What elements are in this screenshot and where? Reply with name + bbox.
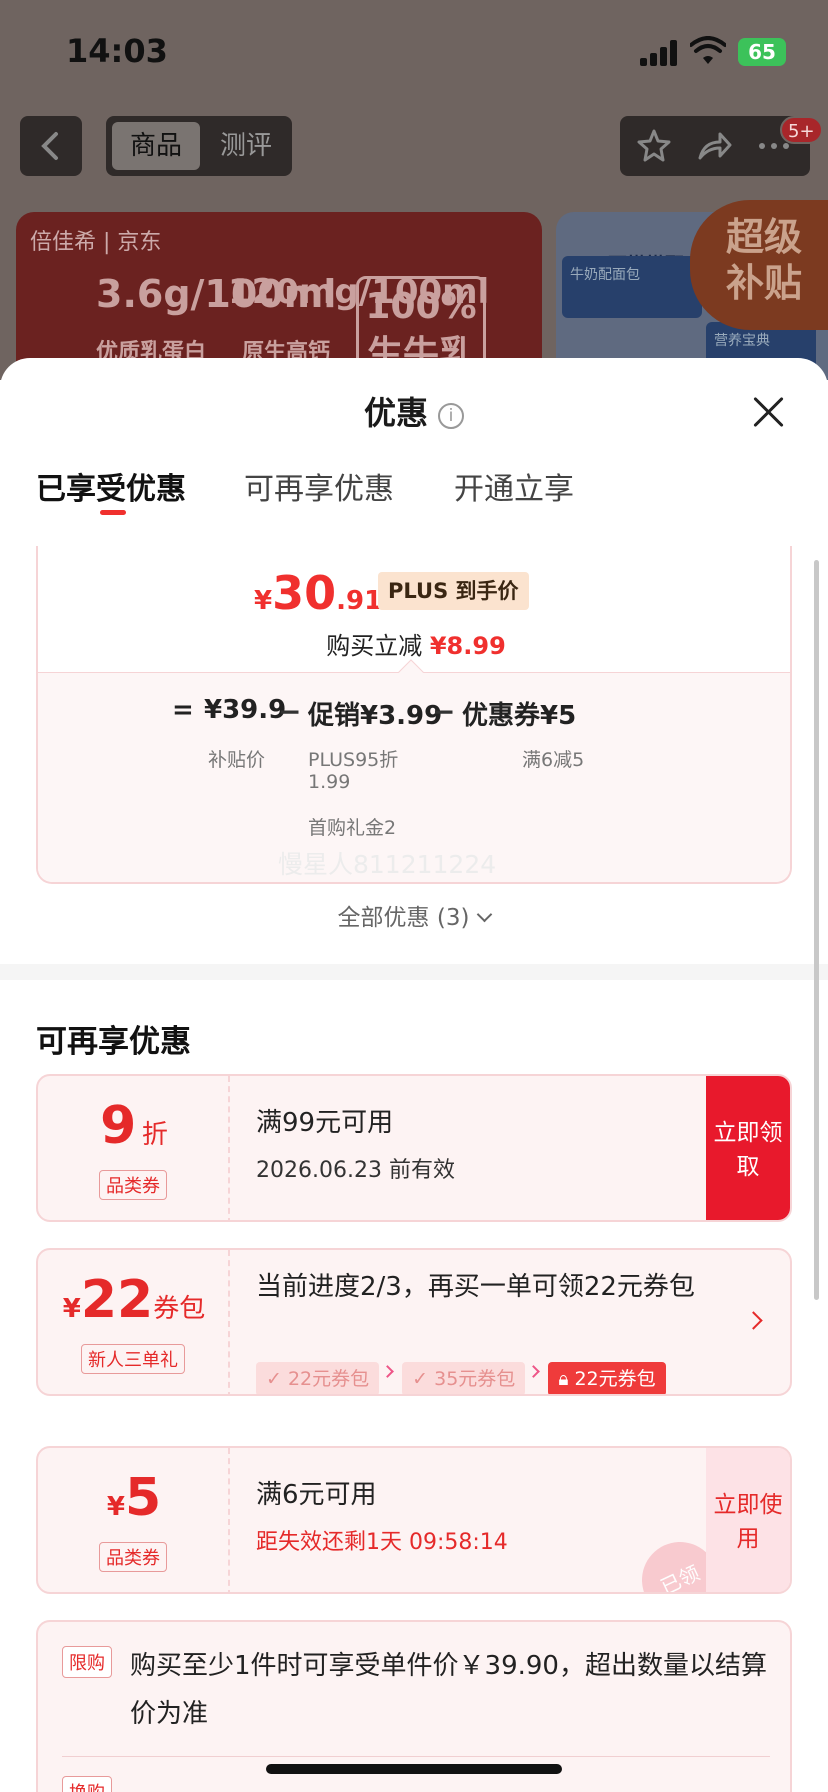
- all-promos-toggle[interactable]: 全部优惠 (3): [0, 898, 828, 932]
- coupon-unit: 折: [141, 1120, 168, 1150]
- coupon-tag: 新人三单礼: [81, 1344, 185, 1374]
- promo-discount: 促销¥3.99: [308, 701, 443, 731]
- tab-enjoyed[interactable]: 已享受优惠: [36, 464, 186, 508]
- chevron-left-icon: [41, 132, 58, 160]
- promo-detail-3: 首购礼金2: [308, 817, 397, 839]
- equals-sign: =: [172, 695, 194, 725]
- promotions-sheet: 优惠 i 已享受优惠 可再享优惠 开通立享 ¥30.91 PLUS 到手价 购买立…: [0, 358, 828, 1792]
- coupon-label: 满6减5: [522, 749, 585, 771]
- coupon-value-area: ¥22券包 新人三单礼: [38, 1250, 230, 1394]
- coupon-number: 22: [80, 1270, 154, 1330]
- coupon-value-area: ¥5 品类券: [38, 1448, 230, 1592]
- chevron-right-icon: [527, 1364, 541, 1378]
- price-breakdown: = ¥39.9 − 促销¥3.99 − 优惠券¥5 补贴价 PLUS95折 1.…: [38, 659, 790, 882]
- pack-step-3: 🔒︎ 22元券包: [548, 1362, 666, 1394]
- price-currency: ¥: [254, 586, 273, 616]
- coupon-value: 9 折: [38, 1096, 230, 1156]
- star-icon[interactable]: [636, 128, 672, 164]
- scrollbar[interactable]: [814, 560, 819, 1300]
- active-tab-indicator: [100, 510, 126, 515]
- coupon-tag: 品类券: [99, 1542, 167, 1572]
- coupon-condition: 满6元可用: [256, 1480, 377, 1510]
- coupon-unit: 券包: [153, 1294, 206, 1324]
- coupon-card: 9 折 品类券 满99元可用 2026.06.23 前有效 立即领取: [36, 1074, 792, 1222]
- chevron-down-icon: [477, 906, 493, 923]
- coupon-currency: ¥: [106, 1492, 125, 1522]
- chevron-right-icon: [744, 1311, 763, 1330]
- coupon-value: ¥5: [38, 1468, 230, 1528]
- tab-more-available[interactable]: 可再享优惠: [244, 464, 394, 508]
- coupon-discount: 优惠券¥5: [462, 701, 577, 731]
- back-button[interactable]: [20, 116, 82, 176]
- promo-detail-1: PLUS95折: [308, 749, 399, 771]
- pack-step-1-label: 22元券包: [287, 1368, 370, 1390]
- sheet-title: 优惠 i: [0, 388, 828, 434]
- claim-coupon-button[interactable]: 立即领取: [706, 1076, 790, 1220]
- coupon-tag: 品类券: [99, 1170, 167, 1200]
- coupon-pack-card[interactable]: ¥22券包 新人三单礼 当前进度2/3，再买一单可领22元券包 ✓ 22元券包 ✓…: [36, 1248, 792, 1396]
- coupon-number: 9: [100, 1096, 137, 1156]
- limit-tag: 限购: [62, 1646, 112, 1678]
- battery-icon: 65: [738, 38, 786, 66]
- notification-badge: 5+: [780, 116, 823, 144]
- price-decimal: .91: [336, 586, 383, 616]
- watermark: 慢星人811211224: [278, 850, 497, 879]
- promo-detail-2: 1.99: [308, 771, 351, 793]
- coupon-pack-progress: 当前进度2/3，再买一单可领22元券包: [256, 1272, 695, 1302]
- segment-control: 商品 测评: [106, 116, 292, 176]
- all-promos-label: 全部优惠 (3): [337, 905, 470, 931]
- chevron-right-icon: [381, 1364, 395, 1378]
- coupon-condition: 满99元可用: [256, 1108, 394, 1138]
- coupon-value-area: 9 折 品类券: [38, 1076, 230, 1220]
- tab-review[interactable]: 测评: [206, 122, 286, 170]
- coupon-countdown: 距失效还剩1天 09:58:14: [256, 1530, 508, 1555]
- final-price: ¥30.91: [254, 566, 382, 620]
- pack-step-2: ✓ 35元券包: [402, 1362, 526, 1394]
- info-icon[interactable]: i: [438, 403, 464, 429]
- use-coupon-button[interactable]: 立即使用: [706, 1448, 790, 1592]
- coupon-number: 5: [124, 1468, 162, 1528]
- breakdown-notch: [398, 659, 424, 685]
- purchase-reduction: 购买立减 ¥8.99: [38, 626, 790, 661]
- pack-step-3-label: 22元券包: [574, 1368, 656, 1390]
- banner-brand: 倍佳希 | 京东: [30, 230, 162, 255]
- section-title: 可再享优惠: [36, 1024, 191, 1060]
- banner-box-line1: 100%: [365, 286, 477, 327]
- price-integer: 30: [272, 566, 337, 620]
- plus-price-tag: PLUS 到手价: [378, 572, 529, 610]
- base-price-label: 补贴价: [208, 749, 266, 771]
- background-page: 14:03 65 商品 测评 5+ 倍佳希 | 京东 3.6g/100ml 优质…: [0, 0, 828, 380]
- coupon-expiry: 2026.06.23 前有效: [256, 1158, 455, 1183]
- sheet-title-text: 优惠: [363, 394, 428, 432]
- close-icon[interactable]: [752, 396, 784, 428]
- tab-product[interactable]: 商品: [112, 122, 200, 170]
- pack-step-1: ✓ 22元券包: [256, 1362, 380, 1394]
- limit-divider: [62, 1756, 770, 1757]
- pack-step-2-label: 35元券包: [434, 1368, 516, 1390]
- status-time: 14:03: [66, 32, 168, 70]
- status-bar: 14:03 65: [0, 0, 828, 100]
- coupon-currency: ¥: [62, 1294, 81, 1324]
- reduction-value: ¥8.99: [429, 632, 506, 660]
- signal-icon: [640, 40, 678, 66]
- coupon-value: ¥22券包: [38, 1270, 230, 1330]
- reduction-label: 购买立减: [326, 632, 423, 660]
- exchange-tag: 换购: [62, 1776, 112, 1792]
- minus-sign-2: −: [432, 695, 456, 728]
- lock-icon: 🔒︎: [558, 1368, 569, 1390]
- related-card-box1: 牛奶配面包: [562, 256, 702, 318]
- coupon-pack-steps: ✓ 22元券包 ✓ 35元券包 🔒︎ 22元券包: [256, 1362, 666, 1394]
- wifi-icon: [690, 36, 726, 64]
- super-subsidy-badge: 超级补贴: [690, 200, 828, 330]
- price-summary-card: ¥30.91 PLUS 到手价 购买立减 ¥8.99 = ¥39.9 − 促销¥…: [36, 546, 792, 884]
- base-price: ¥39.9: [204, 695, 287, 725]
- coupon-card: ¥5 品类券 满6元可用 距失效还剩1天 09:58:14 已领 立即使用: [36, 1446, 792, 1594]
- section-divider: [0, 964, 828, 980]
- product-banner: 倍佳希 | 京东 3.6g/100ml 优质乳蛋白 120mg/100ml 原生…: [16, 212, 542, 380]
- minus-sign-1: −: [278, 695, 302, 728]
- tab-open-now[interactable]: 开通立享: [454, 464, 574, 508]
- home-indicator[interactable]: [266, 1764, 562, 1774]
- limit-text: 购买至少1件时可享受单件价￥39.90，超出数量以结算价为准: [130, 1651, 767, 1729]
- share-icon[interactable]: [696, 128, 732, 164]
